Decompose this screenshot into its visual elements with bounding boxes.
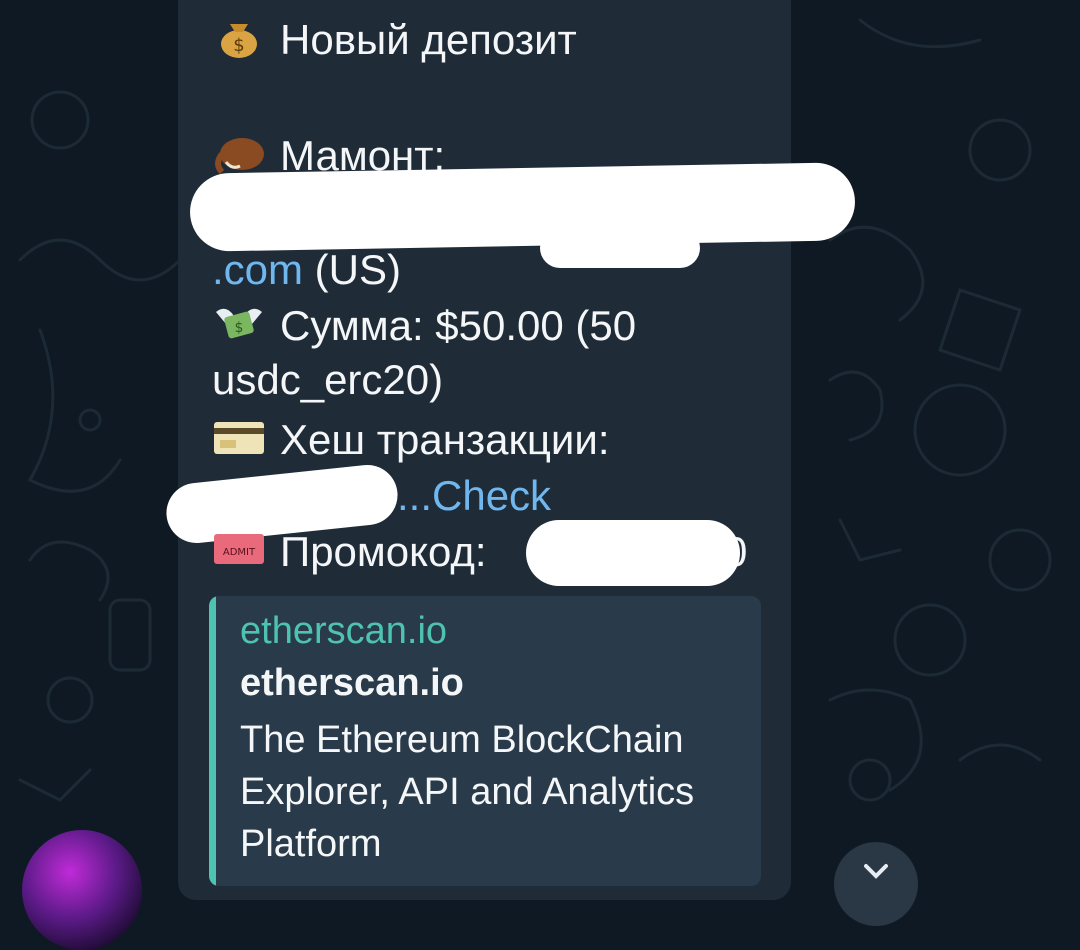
avatar[interactable] [22,830,142,950]
domain-line: .com (US) [212,244,401,296]
ticket-icon: ADMIT [214,534,264,564]
amount-text: Сумма: $50.00 (50 [280,302,637,349]
title-line: $ Новый депозит [212,14,577,66]
link-preview-description: The Ethereum BlockChain Explorer, API an… [240,719,695,865]
svg-text:$: $ [233,35,244,56]
redaction-mark [540,228,700,268]
redaction-mark [189,162,856,252]
link-preview[interactable]: etherscan.io etherscan.io The Ethereum B… [209,596,761,886]
hash-label: Хеш транзакции: [280,416,610,463]
transaction-hash-link[interactable]: ...Check [397,472,551,519]
svg-text:ADMIT: ADMIT [223,547,256,558]
money-wings-icon: $ [216,308,262,339]
promo-label: Промокод: [280,528,487,575]
hash-line: Хеш транзакции: [212,414,610,466]
redaction-mark [526,520,740,586]
link-preview-title: etherscan.io [240,662,464,704]
amount-line-2: usdc_erc20) [212,354,443,406]
amount-line: $ Сумма: $50.00 (50 [212,300,636,352]
scroll-down-icon [864,864,888,879]
money-bag-icon: $ [221,24,257,58]
message-title: Новый депозит [280,16,577,63]
promo-line: ADMIT Промокод: [212,526,487,578]
amount-currency-text: usdc_erc20) [212,356,444,403]
domain-link[interactable]: .com [212,246,303,293]
scroll-down-button[interactable] [834,842,918,926]
country-text: (US) [303,246,402,293]
svg-text:$: $ [235,320,244,336]
link-preview-accent [209,596,216,886]
credit-card-icon [214,422,264,454]
link-preview-site: etherscan.io [240,610,448,652]
mammoth-icon [215,138,264,174]
